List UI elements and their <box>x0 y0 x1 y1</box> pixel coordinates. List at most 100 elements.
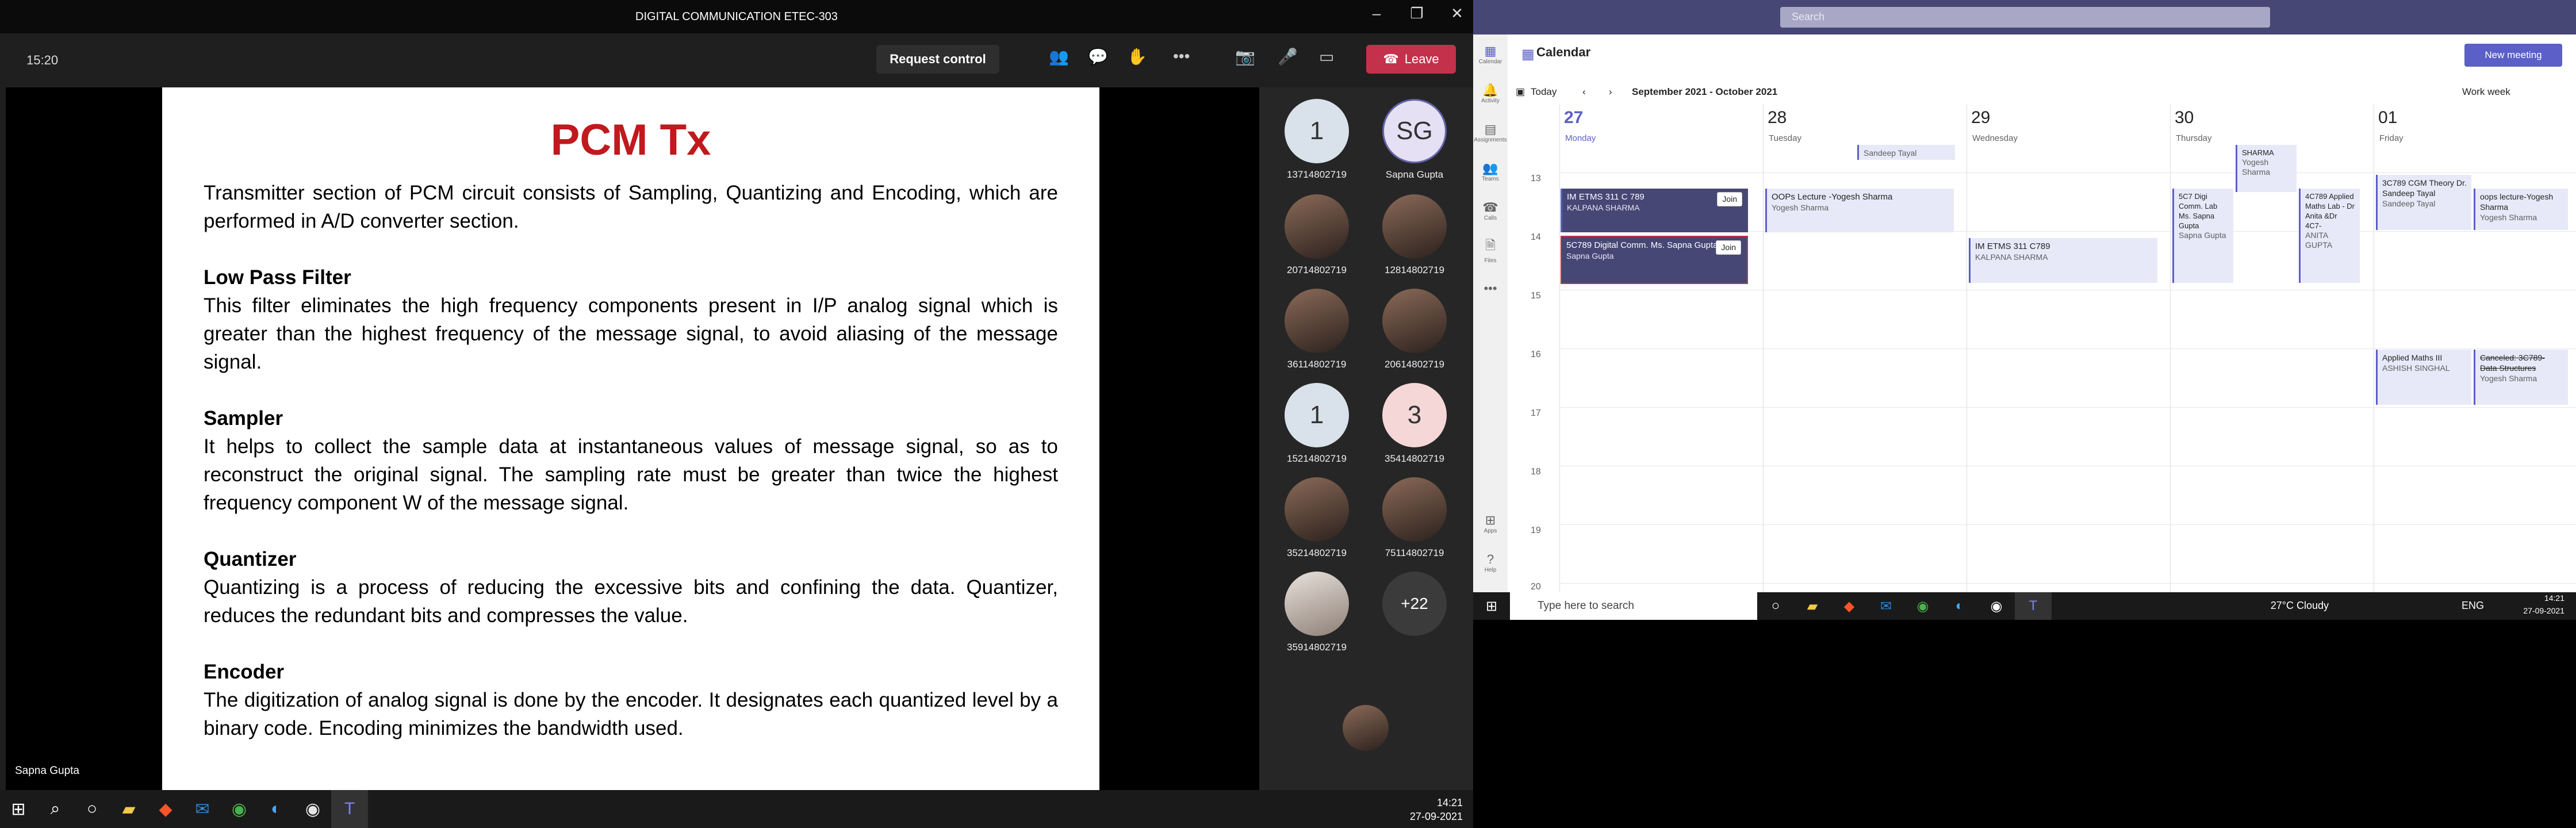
search-icon[interactable]: ⌕ <box>37 790 74 828</box>
participant-tile[interactable]: 36114802719 <box>1268 289 1366 370</box>
calendar-event[interactable]: SHARMA Yogesh Sharma <box>2236 145 2297 192</box>
calendar-event[interactable]: IM ETMS 311 C789 KALPANA SHARMA <box>1969 238 2157 283</box>
file-explorer-icon[interactable]: ▰ <box>110 790 147 828</box>
hour-label: 17 <box>1531 408 1541 418</box>
taskbar-search-input[interactable]: Type here to search <box>1510 592 1757 620</box>
day-column <box>1559 105 1763 620</box>
event-organizer: Yogesh Sharma <box>2480 374 2537 383</box>
calendar-event-canceled[interactable]: Canceled: 3C789- Data Structures Yogesh S… <box>2474 350 2568 405</box>
rail-calendar-icon[interactable]: ▦ Calendar <box>1473 34 1508 74</box>
request-control-button[interactable]: Request control <box>876 45 999 74</box>
prev-arrow-icon[interactable]: ‹ <box>1582 86 1586 98</box>
teams-icon[interactable]: T <box>331 790 368 828</box>
event-organizer: Yogesh Sharma <box>2480 213 2537 222</box>
chrome-profile-icon[interactable]: ◉ <box>1978 592 2015 620</box>
chrome-icon[interactable]: ◉ <box>1904 592 1941 620</box>
avatar <box>1382 194 1447 259</box>
next-arrow-icon[interactable]: › <box>1609 86 1612 98</box>
rail-calls-icon[interactable]: ☎ Calls <box>1473 191 1508 230</box>
search-input[interactable]: Search <box>1780 7 2270 28</box>
rail-assignments-icon[interactable]: ▤ Assignments <box>1473 113 1508 152</box>
mic-off-icon[interactable]: 🎤 <box>1278 47 1298 66</box>
brave-icon[interactable]: ◆ <box>147 790 184 828</box>
new-meeting-label: New meeting <box>2485 49 2542 60</box>
date-range-dropdown[interactable]: September 2021 - October 2021 <box>1632 86 1777 98</box>
chat-icon[interactable]: 💬 <box>1088 47 1108 66</box>
hour-label: 20 <box>1531 582 1541 592</box>
page-title: Calendar <box>1536 45 1591 59</box>
windows-start-icon[interactable]: ⊞ <box>1473 592 1510 620</box>
today-icon[interactable]: ▣ <box>1516 86 1525 98</box>
edge-icon[interactable]: ◐ <box>258 790 294 828</box>
calendar-event[interactable]: 4C789 Applied Maths Lab - Dr Anita &Dr 4… <box>2299 189 2360 283</box>
calendar-event[interactable]: 5C789 Digital Comm. Ms. Sapna Gupta Sapna… <box>1561 236 1748 284</box>
view-switcher[interactable]: Work week <box>2462 86 2510 98</box>
participant-tile[interactable]: 20714802719 <box>1268 194 1366 276</box>
file-explorer-icon[interactable]: ▰ <box>1794 592 1831 620</box>
leave-button[interactable]: ☎ Leave <box>1366 45 1456 74</box>
chrome-profile-icon[interactable]: ◉ <box>294 790 331 828</box>
participant-tile[interactable]: 35214802719 <box>1268 477 1366 559</box>
clock-date[interactable]: 27-09-2021 <box>2523 606 2564 615</box>
participant-tile[interactable]: 75114802719 <box>1366 477 1463 559</box>
self-view-tile[interactable] <box>1317 705 1414 751</box>
taskbar-clock[interactable]: 14:21 27-09-2021 <box>1410 796 1463 823</box>
rail-files-icon[interactable]: 🗎 Files <box>1473 230 1508 269</box>
calendar-event[interactable]: IM ETMS 311 C 789 KALPANA SHARMA Join <box>1561 189 1748 232</box>
participant-tile[interactable]: 35914802719 <box>1268 572 1366 653</box>
participant-tile[interactable]: 20614802719 <box>1366 289 1463 370</box>
mail-icon[interactable]: ✉ <box>1868 592 1904 620</box>
participant-name: 35414802719 <box>1384 453 1444 464</box>
camera-off-icon[interactable]: 📷 <box>1235 47 1255 66</box>
participant-tile[interactable]: SG Sapna Gupta <box>1366 99 1463 181</box>
new-meeting-button[interactable]: New meeting <box>2464 44 2562 67</box>
participant-name: Sapna Gupta <box>1385 169 1444 180</box>
calendar-event[interactable]: Sandeep Tayal <box>1857 145 1955 160</box>
calendar-event[interactable]: 3C789 CGM Theory Dr. Sandeep Tayal Sandee… <box>2376 175 2471 230</box>
rail-help-icon[interactable]: ? Help <box>1473 543 1508 582</box>
hour-line <box>1559 407 2576 408</box>
task-view-icon[interactable]: ○ <box>1757 592 1794 620</box>
share-screen-icon[interactable]: ▭ <box>1319 47 1334 66</box>
participant-name: 35214802719 <box>1286 547 1347 558</box>
day-name: Wednesday <box>1972 133 2018 143</box>
close-icon[interactable]: ✕ <box>1446 5 1469 22</box>
participant-tile[interactable]: 3 35414802719 <box>1366 383 1463 465</box>
event-organizer: ASHISH SINGHAL <box>2382 363 2450 373</box>
task-view-icon[interactable]: ○ <box>74 790 110 828</box>
rail-teams-icon[interactable]: 👥 Teams <box>1473 152 1508 191</box>
calendar-event[interactable]: OOPs Lecture -Yogesh Sharma Yogesh Sharma <box>1765 189 1954 232</box>
chrome-icon[interactable]: ◉ <box>221 790 258 828</box>
participant-tile[interactable]: 1 15214802719 <box>1268 383 1366 465</box>
edge-icon[interactable]: ◐ <box>1941 592 1978 620</box>
rail-activity-icon[interactable]: 🔔 Activity <box>1473 74 1508 113</box>
more-options-icon[interactable]: ••• <box>1173 47 1190 66</box>
calendar-event[interactable]: Applied Maths III ASHISH SINGHAL <box>2376 350 2471 405</box>
hour-label: 14 <box>1531 232 1541 242</box>
join-button[interactable]: Join <box>1716 240 1741 255</box>
windows-taskbar-secondary: ⊞ Type here to search ○ ▰ ◆ ✉ ◉ ◐ ◉ T 27… <box>1473 592 2576 620</box>
hour-line <box>1559 524 2576 525</box>
rail-more-icon[interactable]: ••• <box>1473 269 1508 308</box>
raise-hand-icon[interactable]: ✋ <box>1127 47 1147 66</box>
participant-tile[interactable]: 12814802719 <box>1366 194 1463 276</box>
calendar-event[interactable]: 5C7 Digi Comm. Lab Ms. Sapna Gupta Sapna … <box>2172 189 2233 283</box>
clock-time[interactable]: 14:21 <box>2544 593 2564 603</box>
rail-apps-icon[interactable]: ⊞ Apps <box>1473 504 1508 543</box>
section-heading: Quantizer <box>204 548 297 570</box>
people-icon[interactable]: 👥 <box>1049 47 1069 66</box>
calendar-event[interactable]: oops lecture-Yogesh Sharma Yogesh Sharma <box>2474 189 2568 230</box>
restore-icon[interactable]: ❐ <box>1405 5 1428 22</box>
windows-start-icon[interactable]: ⊞ <box>0 790 37 828</box>
teams-icon[interactable]: T <box>2015 592 2052 620</box>
weather-widget[interactable]: 27°C Cloudy <box>2271 600 2329 612</box>
mail-icon[interactable]: ✉ <box>184 790 221 828</box>
language-indicator[interactable]: ENG <box>2462 600 2484 612</box>
today-button[interactable]: Today <box>1531 86 1557 98</box>
participant-tile[interactable]: 1 13714802719 <box>1268 99 1366 181</box>
join-button[interactable]: Join <box>1717 192 1742 206</box>
brave-icon[interactable]: ◆ <box>1831 592 1868 620</box>
event-organizer: Sandeep Tayal <box>1864 148 1917 158</box>
minimize-icon[interactable]: – <box>1365 5 1388 22</box>
more-participants-tile[interactable]: +22 <box>1366 572 1463 636</box>
